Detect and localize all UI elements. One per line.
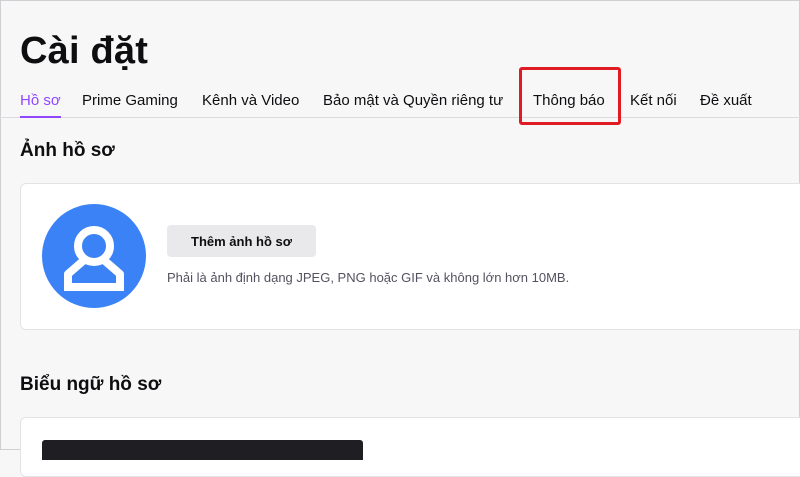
tab-recommendations[interactable]: Đề xuất [700,92,752,110]
tab-connections[interactable]: Kết nối [630,92,677,110]
banner-preview[interactable] [42,440,363,460]
photo-format-hint: Phải là ảnh định dạng JPEG, PNG hoặc GIF… [167,270,570,285]
tab-channel-and-video[interactable]: Kênh và Video [202,92,299,110]
profile-photo-heading: Ảnh hồ sơ [20,140,115,161]
user-avatar-icon [42,204,146,308]
settings-tabs: Hồ sơ Prime Gaming Kênh và Video Bảo mật… [0,86,800,118]
add-profile-photo-button[interactable]: Thêm ảnh hồ sơ [167,225,316,257]
profile-banner-card [20,417,800,477]
notifications-tab-highlight [519,67,621,125]
tab-security-and-privacy[interactable]: Bảo mật và Quyền riêng tư [323,92,503,110]
tab-profile[interactable]: Hồ sơ [20,92,61,118]
profile-photo-card: Thêm ảnh hồ sơ Phải là ảnh định dạng JPE… [20,183,800,330]
user-silhouette-icon [64,226,124,291]
profile-banner-heading: Biểu ngữ hồ sơ [20,374,162,395]
page-title: Cài đặt [20,30,149,72]
tab-prime-gaming[interactable]: Prime Gaming [82,92,178,110]
